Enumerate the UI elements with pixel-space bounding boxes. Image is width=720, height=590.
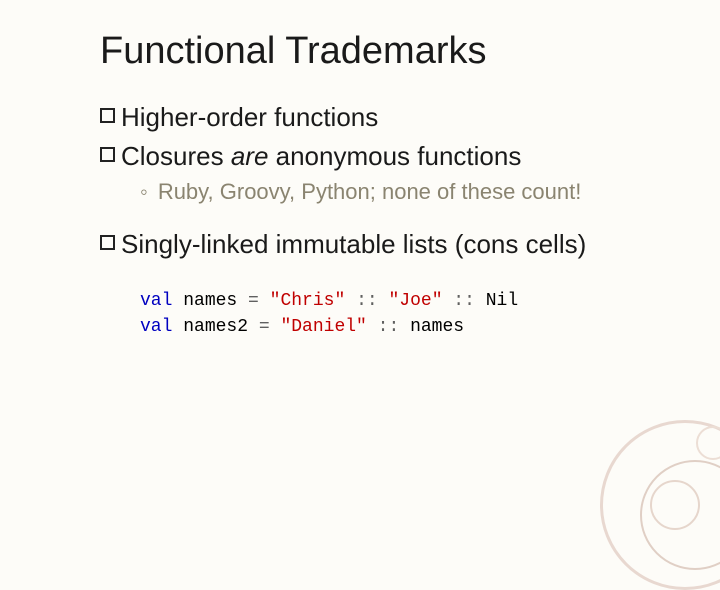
op-eq: = bbox=[248, 317, 280, 337]
ring-bullet-icon: ◦ bbox=[140, 178, 148, 206]
square-bullet-icon bbox=[100, 235, 115, 250]
bullet-2-pre: Closures bbox=[121, 141, 231, 171]
bullet-2-text: Closures are anonymous functions bbox=[121, 140, 521, 173]
ident-nil: Nil bbox=[486, 291, 518, 311]
slide: Functional Trademarks Higher-order funct… bbox=[0, 0, 720, 370]
kw-val: val bbox=[140, 317, 172, 337]
ident-names: names bbox=[410, 317, 464, 337]
bullet-3-text: Singly-linked immutable lists (cons cell… bbox=[121, 228, 586, 261]
ident-names2: names2 bbox=[183, 317, 248, 337]
str-daniel: "Daniel" bbox=[280, 317, 366, 337]
sub-bullet-1: ◦ Ruby, Groovy, Python; none of these co… bbox=[140, 178, 670, 206]
slide-title: Functional Trademarks bbox=[100, 30, 670, 73]
decorative-circle bbox=[650, 480, 700, 530]
bullet-2-post: anonymous functions bbox=[268, 141, 521, 171]
code-line-2: val names2 = "Daniel" :: names bbox=[140, 314, 670, 340]
op-eq: = bbox=[237, 291, 269, 311]
str-chris: "Chris" bbox=[270, 291, 346, 311]
code-block: val names = "Chris" :: "Joe" :: Nil val … bbox=[140, 288, 670, 340]
sub-bullet-1-text: Ruby, Groovy, Python; none of these coun… bbox=[158, 178, 582, 206]
op-cons: :: bbox=[443, 291, 486, 311]
square-bullet-icon bbox=[100, 108, 115, 123]
bullet-2-em: are bbox=[231, 141, 269, 171]
op-cons: :: bbox=[367, 317, 410, 337]
kw-val: val bbox=[140, 291, 172, 311]
bullet-1: Higher-order functions bbox=[100, 101, 670, 134]
square-bullet-icon bbox=[100, 147, 115, 162]
bullet-3: Singly-linked immutable lists (cons cell… bbox=[100, 228, 670, 261]
code-line-1: val names = "Chris" :: "Joe" :: Nil bbox=[140, 288, 670, 314]
ident-names: names bbox=[183, 291, 237, 311]
op-cons: :: bbox=[345, 291, 388, 311]
bullet-1-text: Higher-order functions bbox=[121, 101, 378, 134]
str-joe: "Joe" bbox=[388, 291, 442, 311]
bullet-2: Closures are anonymous functions bbox=[100, 140, 670, 173]
